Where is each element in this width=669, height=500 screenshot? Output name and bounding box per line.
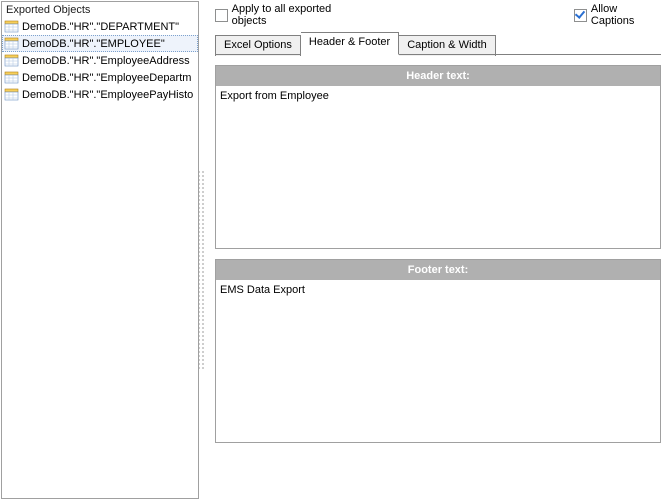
footer-text-section: Footer text: bbox=[215, 259, 661, 443]
table-icon bbox=[4, 36, 20, 52]
table-icon bbox=[4, 19, 20, 35]
exported-objects-panel: Exported Objects DemoDB."HR"."DEPARTMENT… bbox=[1, 1, 199, 499]
exported-object-label: DemoDB."HR"."EmployeeDepartm bbox=[22, 72, 191, 84]
header-text-input[interactable] bbox=[216, 86, 660, 248]
allow-captions-checkbox[interactable]: Allow Captions bbox=[574, 3, 661, 27]
tab-excel-options[interactable]: Excel Options bbox=[215, 35, 301, 56]
checkbox-icon bbox=[574, 9, 587, 22]
footer-text-input[interactable] bbox=[216, 280, 660, 442]
allow-captions-label: Allow Captions bbox=[591, 3, 661, 27]
footer-text-title: Footer text: bbox=[216, 260, 660, 280]
apply-all-checkbox[interactable]: Apply to all exported objects bbox=[215, 3, 364, 27]
header-text-section: Header text: bbox=[215, 65, 661, 249]
exported-object-item[interactable]: DemoDB."HR"."EMPLOYEE" bbox=[2, 35, 198, 52]
tab-header-footer[interactable]: Header & Footer bbox=[301, 32, 399, 55]
exported-object-label: DemoDB."HR"."DEPARTMENT" bbox=[22, 21, 179, 33]
exported-object-label: DemoDB."HR"."EmployeePayHisto bbox=[22, 89, 193, 101]
tab-caption-width[interactable]: Caption & Width bbox=[399, 35, 495, 56]
options-row: Apply to all exported objects Allow Capt… bbox=[215, 6, 661, 24]
tab-bar: Excel OptionsHeader & FooterCaption & Wi… bbox=[215, 34, 661, 55]
exported-object-item[interactable]: DemoDB."HR"."EmployeeDepartm bbox=[2, 69, 198, 86]
exported-object-label: DemoDB."HR"."EMPLOYEE" bbox=[22, 38, 165, 50]
checkbox-icon bbox=[215, 9, 228, 22]
apply-all-label: Apply to all exported objects bbox=[232, 3, 365, 27]
table-icon bbox=[4, 70, 20, 86]
exported-object-item[interactable]: DemoDB."HR"."DEPARTMENT" bbox=[2, 18, 198, 35]
table-icon bbox=[4, 53, 20, 69]
exported-object-item[interactable]: DemoDB."HR"."EmployeePayHisto bbox=[2, 86, 198, 103]
table-icon bbox=[4, 87, 20, 103]
exported-objects-list: DemoDB."HR"."DEPARTMENT" DemoDB."HR"."EM… bbox=[2, 18, 198, 103]
exported-object-label: DemoDB."HR"."EmployeeAddress bbox=[22, 55, 190, 67]
right-panel: Apply to all exported objects Allow Capt… bbox=[205, 0, 669, 500]
header-text-title: Header text: bbox=[216, 66, 660, 86]
exported-objects-title: Exported Objects bbox=[2, 2, 198, 18]
exported-object-item[interactable]: DemoDB."HR"."EmployeeAddress bbox=[2, 52, 198, 69]
